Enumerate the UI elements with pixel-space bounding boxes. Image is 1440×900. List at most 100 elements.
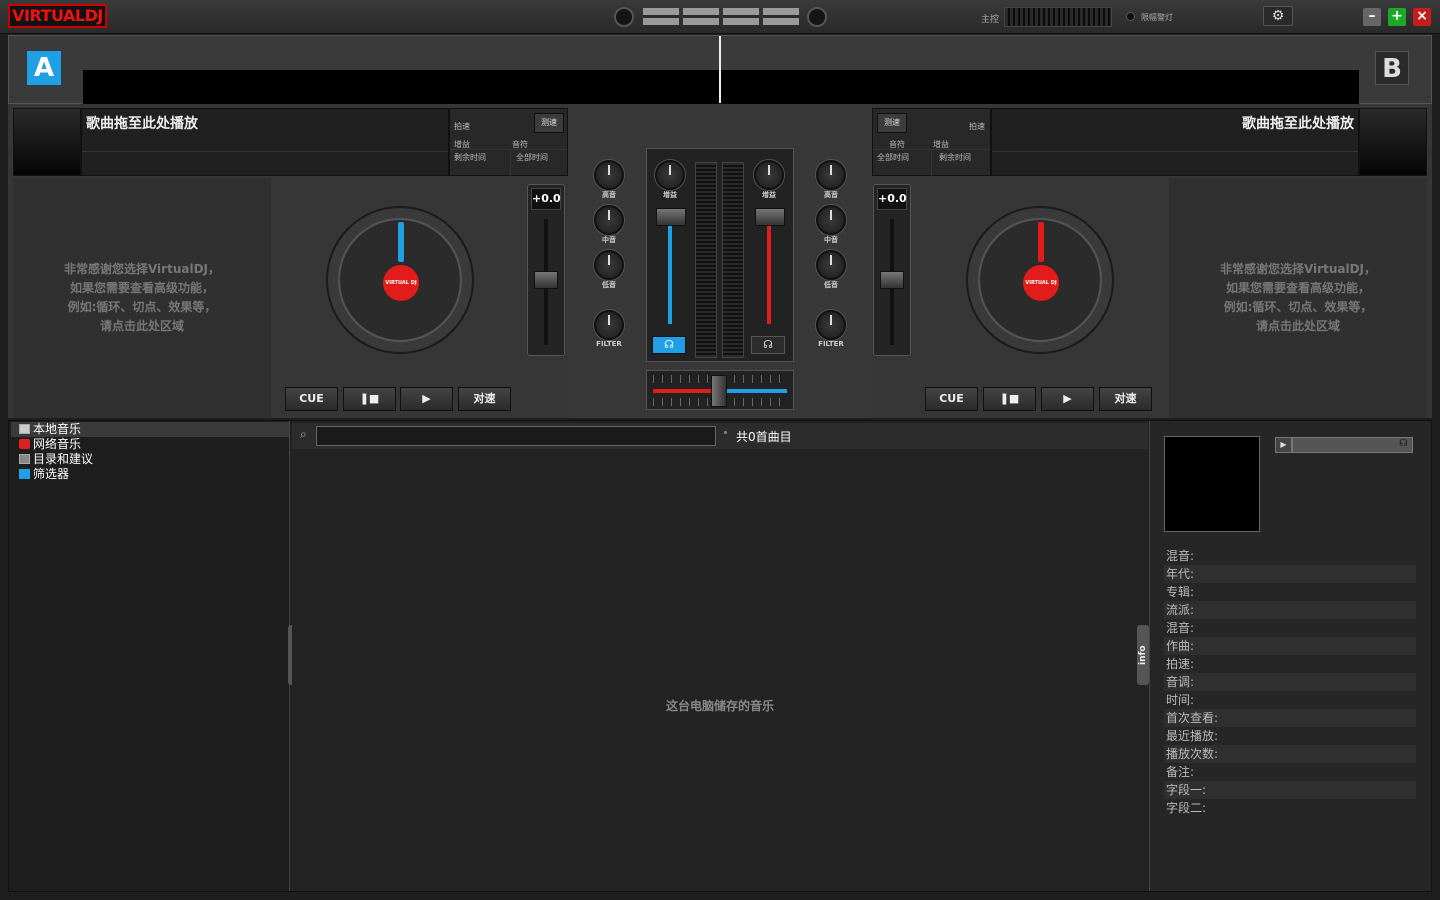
- deck-a-pause-button[interactable]: ❚■: [343, 387, 396, 411]
- deck-a-cue-button[interactable]: CUE: [285, 387, 338, 411]
- info-field: 播放次数:: [1164, 745, 1416, 763]
- deck-b-pitch-value: +0.0: [877, 188, 907, 210]
- deck-a-badge: A: [27, 51, 61, 85]
- info-field: 混音:: [1166, 549, 1195, 563]
- deck-b-title-box[interactable]: 歌曲拖至此处播放: [991, 108, 1359, 176]
- layout-right-button[interactable]: [807, 7, 827, 27]
- deck-b-jog-marker: [1038, 222, 1044, 262]
- tree-item-online-music[interactable]: 网络音乐: [19, 437, 81, 452]
- deck-a-gain-knob-label: 增益: [663, 191, 677, 199]
- deck-b-volume-track: [767, 222, 771, 324]
- info-cover-art: [1164, 436, 1260, 532]
- waveform-area[interactable]: A B: [8, 35, 1432, 104]
- deck-b-bpm-label: 拍速: [969, 122, 985, 131]
- deck-a-info: 拍速 测速 增益 音符 剩余时间 全部时间: [449, 108, 568, 176]
- deck-b-volume-fader[interactable]: [755, 208, 785, 226]
- deck-a-total-label: 全部时间: [516, 153, 548, 162]
- layout-option-3[interactable]: [723, 8, 759, 26]
- deck-a-sync-button[interactable]: 对速: [458, 387, 511, 411]
- deck-b-mid-label: 中音: [824, 236, 838, 244]
- mixer: 高音 中音 低音 FILTER 增益 增益 高音 中音 低音 FILTER ☊ …: [572, 104, 868, 418]
- pause-icon: ❚■: [999, 392, 1020, 405]
- waveform-display[interactable]: [83, 70, 1359, 104]
- deck-a-title: 歌曲拖至此处播放: [86, 116, 198, 132]
- deck-b-ad-text: 非常感谢您选择VirtualDJ， 如果您需要查看高级功能， 例如:循环、切点、效果…: [1219, 262, 1377, 333]
- info-field: 流派:: [1164, 601, 1416, 619]
- info-tab[interactable]: info: [1137, 625, 1149, 685]
- info-field: 年代:: [1164, 565, 1416, 583]
- crossfader-track-right: [723, 389, 787, 393]
- app-logo: VIRTUALDJ: [8, 4, 107, 28]
- info-field: 字段二:: [1166, 801, 1207, 815]
- track-count: 共0首曲目: [736, 430, 792, 444]
- deck-a-filter-label: FILTER: [596, 340, 622, 348]
- layout-option-2[interactable]: [683, 8, 719, 26]
- tree-item-local-music[interactable]: 本地音乐: [19, 422, 81, 437]
- deck-b-pitch-slider[interactable]: [880, 271, 904, 289]
- info-field: 音调:: [1164, 673, 1416, 691]
- deck-b-low-label: 低音: [824, 281, 838, 289]
- deck-a-pitch: +0.0: [527, 184, 565, 356]
- search-input[interactable]: [316, 426, 716, 446]
- preview-bar[interactable]: [1292, 437, 1413, 453]
- deck-b-play-button[interactable]: ▶: [1041, 387, 1094, 411]
- settings-button[interactable]: ⚙: [1263, 6, 1293, 26]
- crossfader-box: [646, 370, 794, 410]
- pause-icon: ❚■: [359, 392, 380, 405]
- top-bar: VIRTUALDJ 主控 限幅警灯 ⚙ – + ×: [0, 0, 1440, 34]
- tree-item-filters[interactable]: 筛选器: [19, 467, 69, 482]
- deck-b-gain-knob-label: 增益: [762, 191, 776, 199]
- deck-a-gain-knob[interactable]: [655, 160, 685, 190]
- search-icon: ⌕: [300, 427, 307, 441]
- deck-b-sync-button[interactable]: 对速: [1099, 387, 1152, 411]
- deck-a-high-knob[interactable]: [594, 160, 624, 190]
- deck-b-remain-label: 剩余时间: [939, 153, 971, 162]
- deck-b-pause-button[interactable]: ❚■: [983, 387, 1036, 411]
- deck-b-mid-knob[interactable]: [816, 205, 846, 235]
- deck-b-cue-button[interactable]: CUE: [925, 387, 978, 411]
- deck-a: 歌曲拖至此处播放 拍速 测速 增益 音符 剩余时间 全部时间 非常感谢您选择Vi…: [8, 104, 572, 418]
- deck-a-headphone-button[interactable]: ☊: [652, 336, 686, 354]
- master-label: 主控: [981, 15, 1000, 25]
- deck-a-jogwheel[interactable]: VIRTUAL DJ: [326, 206, 474, 354]
- layout-option-1[interactable]: [643, 8, 679, 26]
- layout-left-button[interactable]: [614, 7, 634, 27]
- deck-b-filter-knob[interactable]: [816, 310, 846, 340]
- computer-icon: [19, 424, 30, 434]
- play-icon: ▶: [1063, 392, 1072, 405]
- deck-b-jogwheel[interactable]: VIRTUAL DJ: [966, 206, 1114, 354]
- deck-a-pitch-slider[interactable]: [534, 271, 558, 289]
- tree-item-lists-advice[interactable]: 目录和建议: [19, 452, 93, 467]
- layout-option-4[interactable]: [763, 8, 799, 26]
- close-button[interactable]: ×: [1413, 8, 1431, 26]
- deck-a-cover: [13, 108, 81, 176]
- deck-a-volume-fader[interactable]: [656, 208, 686, 226]
- crossfader-handle[interactable]: [711, 375, 727, 407]
- deck-a-remain-label: 剩余时间: [454, 153, 486, 162]
- deck-a-mid-knob[interactable]: [594, 205, 624, 235]
- deck-b-headphone-button[interactable]: ☊: [751, 336, 785, 354]
- deck-b-tap-button[interactable]: 测速: [877, 113, 907, 133]
- file-list[interactable]: 这台电脑储存的音乐: [292, 449, 1148, 891]
- deck-a-pitch-value: +0.0: [531, 188, 561, 210]
- crossfader-track-left: [653, 389, 715, 393]
- deck-b-high-knob[interactable]: [816, 160, 846, 190]
- minimize-button[interactable]: –: [1363, 8, 1381, 26]
- deck-b-cover: [1359, 108, 1427, 176]
- info-field: 时间:: [1166, 693, 1195, 707]
- deck-b-gain-knob[interactable]: [754, 160, 784, 190]
- deck-a-play-button[interactable]: ▶: [400, 387, 453, 411]
- deck-b-badge: B: [1375, 51, 1409, 85]
- deck-b-pitch: +0.0: [873, 184, 911, 356]
- deck-b-low-knob[interactable]: [816, 250, 846, 280]
- preview-play-button[interactable]: ▶: [1275, 437, 1292, 453]
- deck-a-advanced-area[interactable]: 非常感谢您选择VirtualDJ， 如果您需要查看高级功能， 例如:循环、切点、效果…: [13, 178, 271, 418]
- deck-a-filter-knob[interactable]: [594, 310, 624, 340]
- deck-a-title-box[interactable]: 歌曲拖至此处播放: [81, 108, 449, 176]
- online-music-icon: [19, 439, 30, 449]
- deck-a-low-knob[interactable]: [594, 250, 624, 280]
- maximize-button[interactable]: +: [1388, 8, 1406, 26]
- info-field: 拍速:: [1166, 657, 1195, 671]
- deck-a-tap-button[interactable]: 测速: [534, 113, 564, 133]
- deck-b-advanced-area[interactable]: 非常感谢您选择VirtualDJ， 如果您需要查看高级功能， 例如:循环、切点、效果…: [1169, 178, 1427, 418]
